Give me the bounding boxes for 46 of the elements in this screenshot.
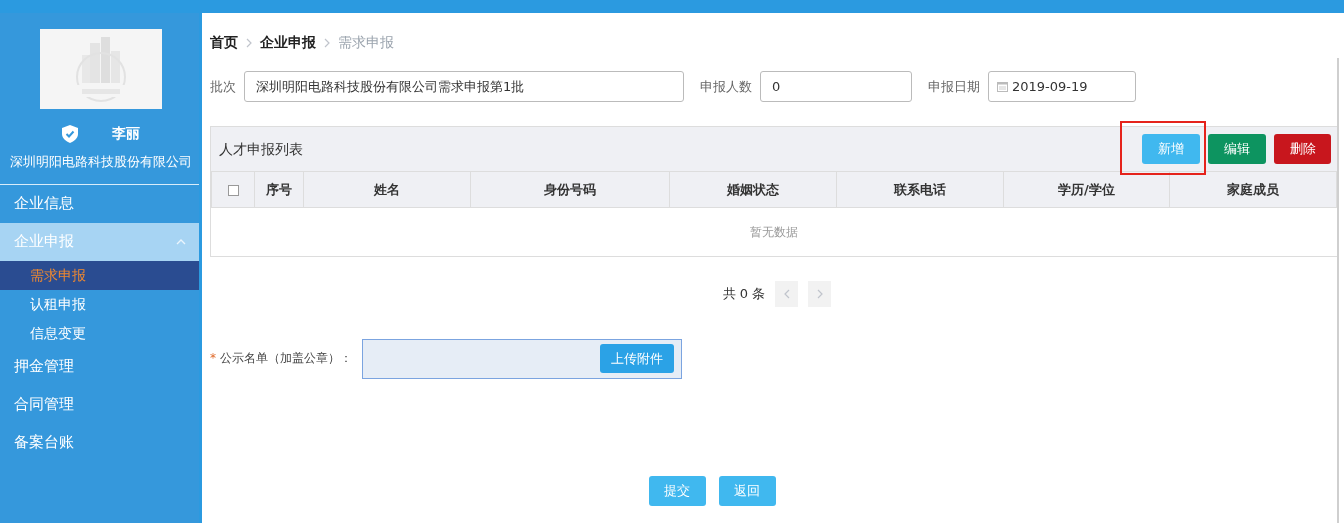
column-header: 联系电话: [893, 181, 946, 197]
input-field[interactable]: 0: [760, 71, 912, 102]
input-field[interactable]: 深圳明阳电路科技股份有限公司需求申报第1批: [244, 71, 684, 102]
calendar-icon: [997, 81, 1008, 92]
sidebar-subitem[interactable]: 认租申报: [0, 289, 202, 319]
add-button[interactable]: 新增: [1142, 134, 1200, 164]
field-label: 申报人数: [700, 77, 752, 96]
upload-button[interactable]: 上传附件: [600, 344, 674, 373]
empty-message: 暂无数据: [750, 224, 798, 239]
submit-button[interactable]: 提交: [648, 475, 706, 506]
shield-check-icon: [62, 124, 78, 143]
upload-field[interactable]: 上传附件: [362, 338, 682, 379]
sidebar-item[interactable]: 企业信息: [0, 184, 202, 223]
column-header: 家庭成员: [1227, 181, 1280, 197]
chevron-right-icon: [816, 288, 823, 299]
field-label: 申报日期: [928, 77, 980, 96]
user-name: 李丽: [112, 124, 140, 143]
chevron-right-icon: [246, 37, 252, 48]
chevron-left-icon: [783, 288, 790, 299]
back-button[interactable]: 返回: [718, 475, 776, 506]
column-header: 姓名: [374, 181, 400, 197]
sidebar-item[interactable]: 押金管理: [0, 347, 202, 386]
next-page-button[interactable]: [808, 280, 832, 307]
sidebar-item[interactable]: 备案台账: [0, 423, 202, 462]
input-field[interactable]: 2019-09-19: [988, 71, 1136, 102]
column-header: 序号: [266, 181, 292, 197]
chevron-right-icon: [324, 37, 330, 48]
field-label: 批次: [210, 77, 236, 96]
column-header: 身份号码: [544, 181, 596, 197]
breadcrumb-link[interactable]: 首页: [210, 32, 238, 53]
delete-button[interactable]: 删除: [1274, 134, 1331, 164]
required-mark: *: [210, 349, 216, 367]
sidebar-subitem[interactable]: 信息变更: [0, 318, 202, 348]
field-label: 公示名单（加盖公章）：: [220, 349, 352, 367]
total-count: 共 0 条: [722, 284, 766, 303]
sidebar-item[interactable]: 合同管理: [0, 385, 202, 424]
panel-title: 人才申报列表: [219, 139, 303, 159]
breadcrumb-link[interactable]: 企业申报: [260, 32, 316, 53]
edit-button[interactable]: 编辑: [1208, 134, 1266, 164]
sidebar-subitem[interactable]: 需求申报: [0, 260, 202, 290]
column-header: 学历/学位: [1058, 181, 1115, 197]
column-header: 婚姻状态: [726, 181, 779, 197]
previous-page-button[interactable]: [775, 280, 799, 307]
company-name: 深圳明阳电路科技股份有限公司: [10, 154, 192, 169]
checkbox[interactable]: [227, 184, 239, 196]
chevron-icon: [176, 238, 186, 245]
